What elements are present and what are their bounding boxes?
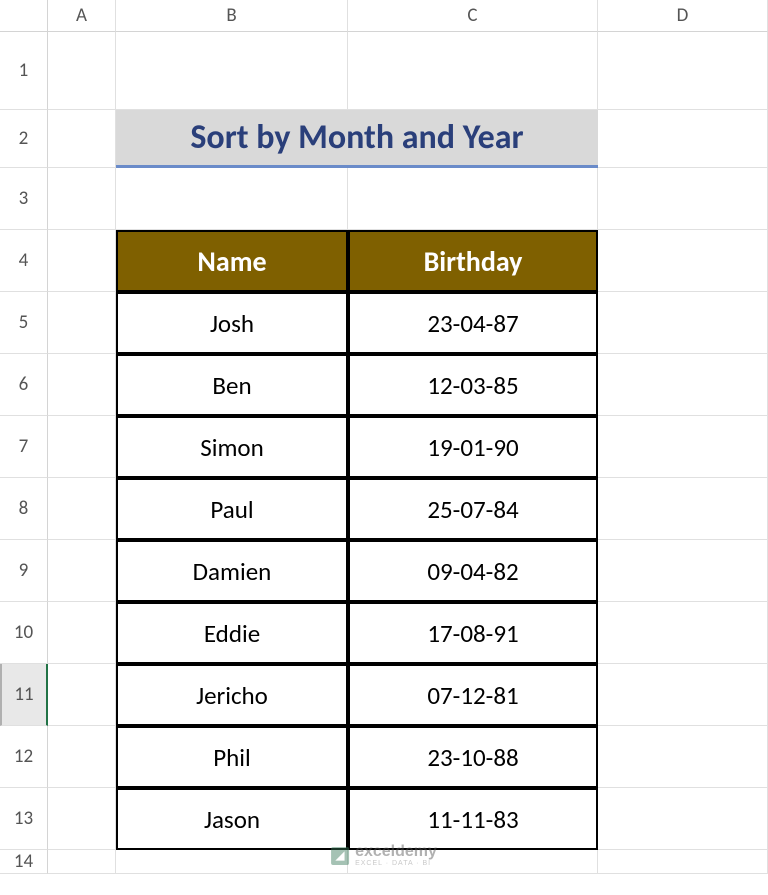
cell-a4[interactable] [48, 230, 116, 292]
cell-a13[interactable] [48, 788, 116, 850]
cell-d6[interactable] [598, 354, 768, 416]
table-row[interactable]: 19-01-90 [348, 416, 598, 478]
cell-d12[interactable] [598, 726, 768, 788]
row-header-8[interactable]: 8 [0, 478, 48, 540]
table-row[interactable]: Jason [116, 788, 348, 850]
row-header-11[interactable]: 11 [0, 664, 48, 726]
cell-d9[interactable] [598, 540, 768, 602]
row-header-9[interactable]: 9 [0, 540, 48, 602]
cell-a5[interactable] [48, 292, 116, 354]
table-row[interactable]: Ben [116, 354, 348, 416]
table-row[interactable]: Jericho [116, 664, 348, 726]
column-header-d[interactable]: D [598, 0, 768, 32]
table-row[interactable]: 07-12-81 [348, 664, 598, 726]
row-header-10[interactable]: 10 [0, 602, 48, 664]
table-row[interactable]: 09-04-82 [348, 540, 598, 602]
watermark-tagline: EXCEL · DATA · BI [355, 860, 437, 867]
cell-a8[interactable] [48, 478, 116, 540]
cell-d1[interactable] [598, 32, 768, 110]
row-header-1[interactable]: 1 [0, 32, 48, 110]
row-header-5[interactable]: 5 [0, 292, 48, 354]
cell-a7[interactable] [48, 416, 116, 478]
row-header-12[interactable]: 12 [0, 726, 48, 788]
cell-d4[interactable] [598, 230, 768, 292]
column-header-c[interactable]: C [348, 0, 598, 32]
table-row[interactable]: Josh [116, 292, 348, 354]
row-header-4[interactable]: 4 [0, 230, 48, 292]
table-row[interactable]: Eddie [116, 602, 348, 664]
cell-a9[interactable] [48, 540, 116, 602]
cell-a11[interactable] [48, 664, 116, 726]
row-header-2[interactable]: 2 [0, 110, 48, 168]
cell-b3[interactable] [116, 168, 348, 230]
cell-d2[interactable] [598, 110, 768, 168]
cell-d7[interactable] [598, 416, 768, 478]
cell-d14[interactable] [598, 850, 768, 874]
column-header-b[interactable]: B [116, 0, 348, 32]
watermark-text: exceldemy EXCEL · DATA · BI [355, 844, 437, 867]
table-row[interactable]: Paul [116, 478, 348, 540]
row-header-7[interactable]: 7 [0, 416, 48, 478]
column-header-a[interactable]: A [48, 0, 116, 32]
table-row[interactable]: 23-04-87 [348, 292, 598, 354]
row-header-3[interactable]: 3 [0, 168, 48, 230]
cell-a14[interactable] [48, 850, 116, 874]
watermark-name: exceldemy [355, 844, 437, 860]
cell-a3[interactable] [48, 168, 116, 230]
watermark-icon: ◢ [331, 847, 349, 865]
cell-d11[interactable] [598, 664, 768, 726]
cell-a1[interactable] [48, 32, 116, 110]
cell-a12[interactable] [48, 726, 116, 788]
table-row[interactable]: 25-07-84 [348, 478, 598, 540]
cell-d10[interactable] [598, 602, 768, 664]
table-row[interactable]: 17-08-91 [348, 602, 598, 664]
table-row[interactable]: Damien [116, 540, 348, 602]
cell-a2[interactable] [48, 110, 116, 168]
table-row[interactable]: 12-03-85 [348, 354, 598, 416]
row-header-13[interactable]: 13 [0, 788, 48, 850]
cell-a10[interactable] [48, 602, 116, 664]
table-row[interactable]: Simon [116, 416, 348, 478]
title-cell[interactable]: Sort by Month and Year [116, 110, 598, 168]
table-header-name[interactable]: Name [116, 230, 348, 292]
table-row[interactable]: Phil [116, 726, 348, 788]
table-header-birthday[interactable]: Birthday [348, 230, 598, 292]
spreadsheet-grid: A B C D 1 2 Sort by Month and Year 3 4 N… [0, 0, 768, 874]
cell-d5[interactable] [598, 292, 768, 354]
table-row[interactable]: 11-11-83 [348, 788, 598, 850]
cell-c1[interactable] [348, 32, 598, 110]
row-header-6[interactable]: 6 [0, 354, 48, 416]
cell-d13[interactable] [598, 788, 768, 850]
row-header-14[interactable]: 14 [0, 850, 48, 874]
cell-a6[interactable] [48, 354, 116, 416]
select-all-corner[interactable] [0, 0, 48, 32]
cell-b14[interactable] [116, 850, 348, 874]
table-row[interactable]: 23-10-88 [348, 726, 598, 788]
cell-b1[interactable] [116, 32, 348, 110]
watermark: ◢ exceldemy EXCEL · DATA · BI [331, 844, 437, 867]
cell-c3[interactable] [348, 168, 598, 230]
cell-d8[interactable] [598, 478, 768, 540]
cell-d3[interactable] [598, 168, 768, 230]
